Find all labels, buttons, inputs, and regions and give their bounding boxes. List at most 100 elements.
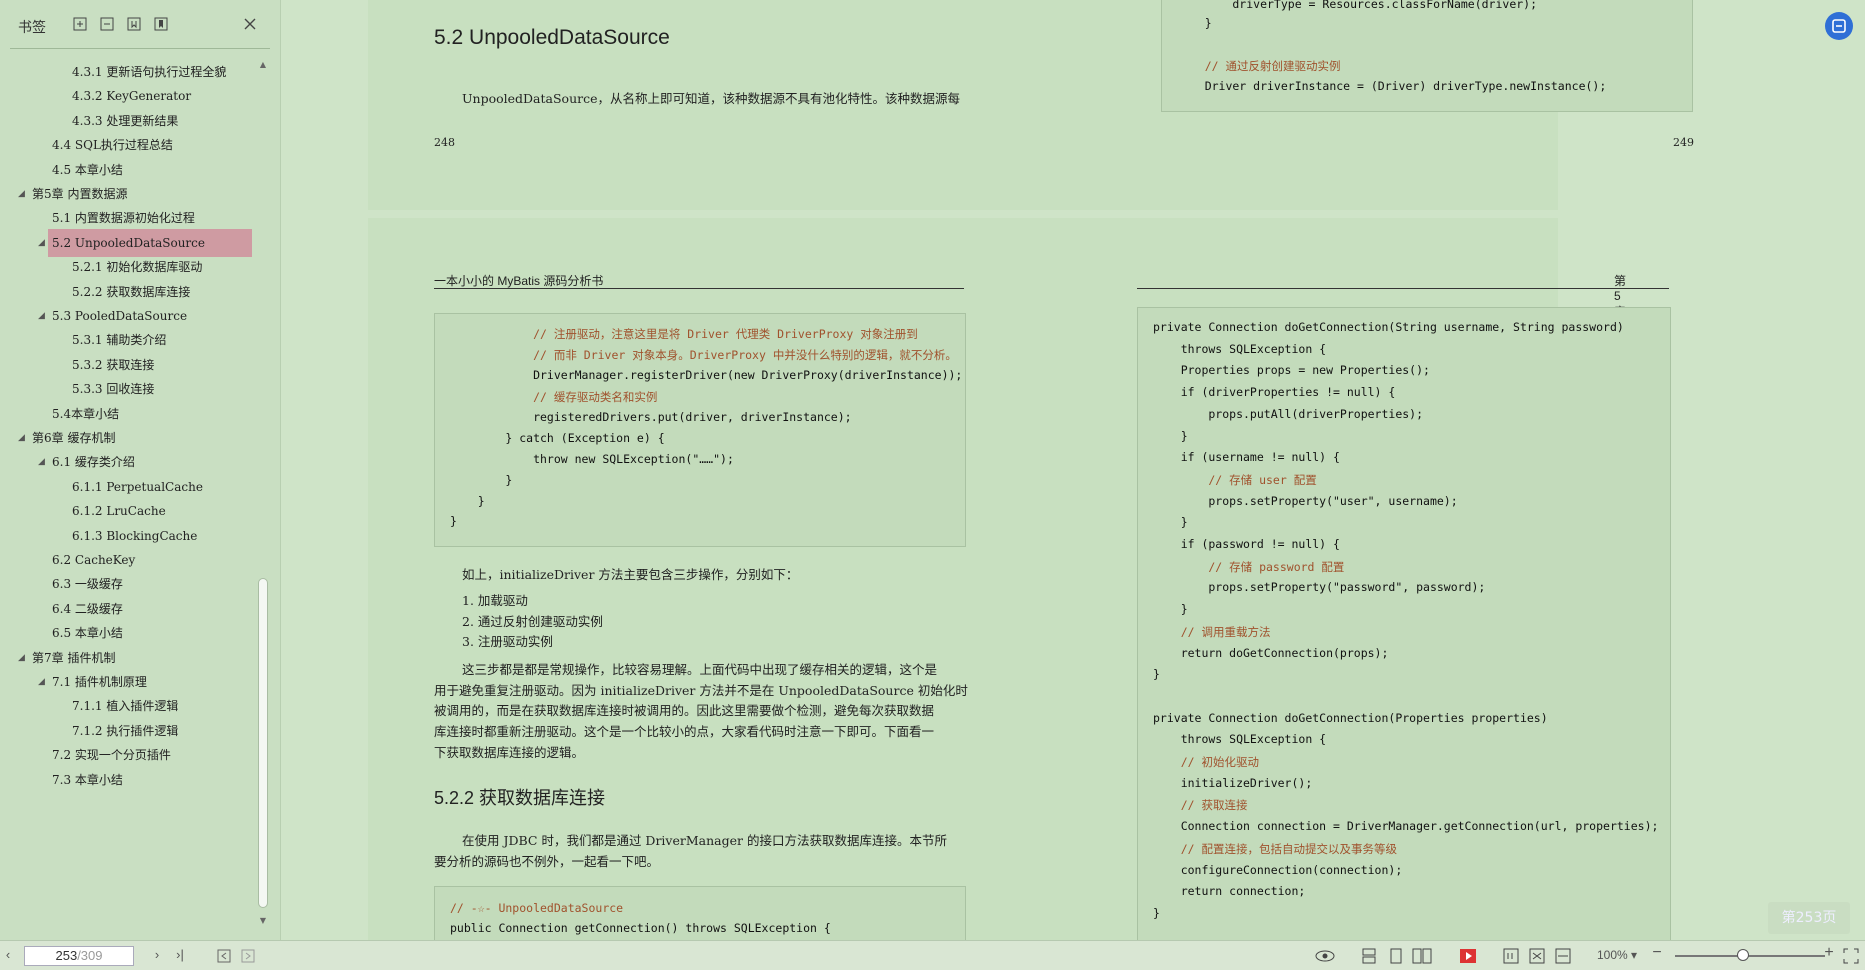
next-page-icon[interactable]: › [150,947,164,965]
paragraph: UnpooledDataSource，从名称上即可知道，该种数据源不具有池化特性… [462,91,960,106]
fit-page-icon[interactable] [1528,947,1546,965]
header-rule [434,288,964,289]
collapse-all-icon[interactable] [99,16,115,32]
code-line: throws SQLException { [1153,341,1327,356]
paragraph-line: 被调用的，而是在获取数据库连接时被调用的。因此这里需要做个检测，避免每次获取数据 [434,703,935,718]
code-line: props.setProperty("user", username); [1153,493,1458,508]
zoom-slider[interactable] [1675,955,1825,957]
code-line: if (password != null) { [1153,537,1340,551]
code-comment: // 缓存驱动类名和实例 [450,390,658,404]
code-line: } [1153,428,1188,443]
code-line: private Connection doGetConnection(Strin… [1153,320,1624,334]
code-line: } [1153,602,1188,617]
total-pages: /309 [77,948,103,963]
section-heading: 5.2 UnpooledDataSource [434,26,670,49]
code-comment: // 通过反射创建驱动实例 [1177,59,1341,73]
floating-tool-button[interactable] [1825,12,1853,40]
code-line: } [1177,16,1212,30]
single-page-icon[interactable] [1387,947,1405,965]
toc-item[interactable]: 7.3 本章小结 [0,766,255,794]
actual-size-icon[interactable] [1502,947,1520,965]
code-line: } [1153,905,1160,920]
last-page-icon[interactable]: ›| [172,947,188,965]
continuous-view-icon[interactable] [1360,947,1378,965]
zoom-out-icon[interactable]: − [1650,944,1664,962]
code-line: props.setProperty("password", password); [1153,580,1486,595]
page-number-left: 248 [434,136,455,149]
code-line: public Connection getConnection() throws… [450,921,831,935]
two-page-icon[interactable] [1412,947,1432,965]
zoom-level: 100% [1596,948,1628,962]
code-comment: // 存储 user 配置 [1153,472,1317,487]
code-line: if (driverProperties != null) { [1153,385,1396,400]
code-comment: // 调用重载方法 [1153,624,1271,639]
page-spread-top: 5.2 UnpooledDataSource UnpooledDataSourc… [368,0,1694,210]
code-line: initializeDriver(); [1153,775,1313,790]
scroll-down-icon[interactable]: ▼ [258,916,268,925]
header-rule [1137,288,1669,289]
toc-list: 4.3.1 更新语句执行过程全貌 4.3.2 KeyGenerator 4.3.3 … [0,58,255,936]
zoom-select[interactable]: 100% ▾ [1595,948,1639,966]
eye-protect-icon[interactable] [1314,947,1336,965]
list-item: 2. 通过反射创建驱动实例 [462,614,603,629]
paragraph-line: 在使用 JDBC 时，我们都是通过 DriverManager 的接口方法获取数… [462,833,947,848]
forward-icon[interactable] [240,947,256,965]
page-number-right: 249 [1673,136,1694,149]
code-line: } [1153,667,1160,682]
sidebar-scrollbar[interactable]: ▲ ▼ [258,58,268,928]
code-comment: // 配置连接，包括自动提交以及事务等级 [1153,841,1397,856]
paragraph-line: 要分析的源码也不例外，一起看一下吧。 [434,854,660,869]
running-header-left: 一本小小的 MyBatis 源码分析书 [434,274,604,288]
tool-icon [1832,19,1846,33]
document-view[interactable]: 5.2 UnpooledDataSource UnpooledDataSourc… [281,0,1865,940]
code-line: } catch (Exception e) { [450,431,665,445]
expand-all-icon[interactable] [72,16,88,32]
sidebar-title: 书签 [18,20,46,36]
prev-page-icon[interactable]: ‹ [2,947,14,965]
code-block: private Connection doGetConnection(Strin… [1137,307,1671,940]
code-line: throws SQLException { [1153,732,1327,747]
page-number-input[interactable]: 253/309 [24,946,134,966]
list-item: 1. 加载驱动 [462,593,528,608]
code-line: } [450,473,513,487]
code-block: // 注册驱动，注意这里是将 Driver 代理类 DriverProxy 对象… [434,313,966,547]
add-bookmark-icon[interactable] [126,16,142,32]
sidebar-divider [10,48,270,49]
fullscreen-icon[interactable] [1843,947,1859,965]
code-block: driverType = Resources.classForName(driv… [1161,0,1693,112]
close-icon[interactable] [242,16,258,32]
code-line: Properties props = new Properties(); [1153,363,1430,378]
code-line: DriverManager.registerDriver(new DriverP… [450,368,963,382]
code-comment: // 注册驱动，注意这里是将 Driver 代理类 DriverProxy 对象… [450,327,918,341]
scroll-up-icon[interactable]: ▲ [258,60,268,69]
code-comment: // 初始化驱动 [1153,755,1259,769]
scrollbar-thumb[interactable] [258,578,268,908]
code-line: return doGetConnection(props); [1153,645,1389,660]
toc-item-label: 7.3 本章小结 [52,772,123,787]
code-line: } [1153,515,1188,530]
fit-width-icon[interactable] [1554,947,1572,965]
paragraph-line: 用于避免重复注册驱动。因为 initializeDriver 方法并不是在 Un… [434,683,968,698]
zoom-in-icon[interactable]: + [1822,944,1836,962]
play-icon[interactable] [1459,947,1477,965]
code-line: Driver driverInstance = (Driver) driverT… [1177,79,1607,93]
list-item: 3. 注册驱动实例 [462,634,553,649]
bookmark-icon[interactable] [153,16,169,32]
status-bar: ‹ 253/309 › ›| 100% ▾ − + [0,940,1865,970]
code-comment: // -☆- UnpooledDataSource [450,901,624,915]
zoom-slider-knob[interactable] [1737,949,1749,961]
code-line: } [450,494,485,508]
bookmark-sidebar: 书签 4.3.1 更新语句执行过程全貌 4.3.2 KeyGenerator 4.3… [0,0,281,940]
paragraph: 如上，initializeDriver 方法主要包含三步操作，分别如下： [462,567,799,582]
code-line: return connection; [1153,884,1306,899]
code-line: driverType = Resources.classForName(driv… [1177,0,1538,11]
back-icon[interactable] [216,947,232,965]
code-line: configureConnection(connection); [1153,862,1403,877]
code-line: } [450,514,457,528]
code-line: Connection connection = DriverManager.ge… [1153,819,1659,834]
code-line: throw new SQLException("……"); [450,452,734,466]
subsection-heading: 5.2.2 获取数据库连接 [434,788,606,808]
page-indicator-badge: 第253页 [1768,902,1850,934]
paragraph-line: 库连接时都重新注册驱动。这个是一个比较小的点，大家看代码时注意一下即可。下面看一 [434,724,935,739]
code-comment: // 而非 Driver 对象本身。DriverProxy 中并没什么特别的逻辑… [450,348,957,362]
